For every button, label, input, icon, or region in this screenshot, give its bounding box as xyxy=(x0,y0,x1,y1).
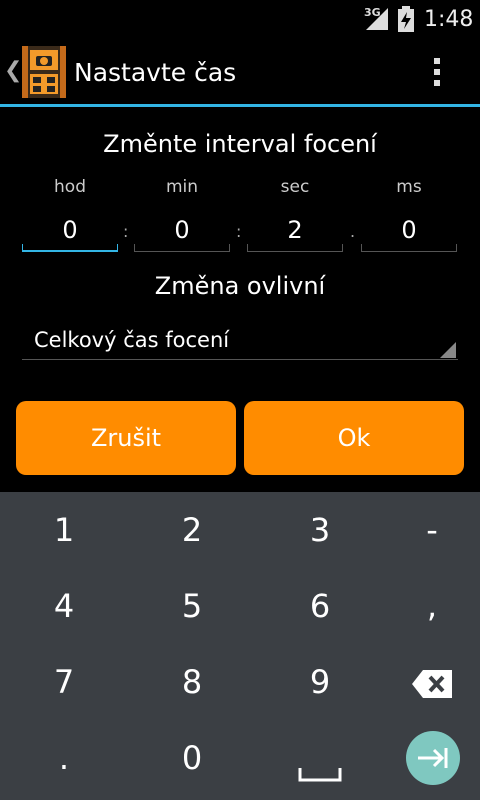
next-key[interactable] xyxy=(406,731,460,785)
key-period[interactable]: . xyxy=(4,720,124,796)
key-8[interactable]: 8 xyxy=(132,644,252,720)
space-icon xyxy=(298,768,342,782)
ok-button[interactable]: Ok xyxy=(244,401,464,475)
separator: . xyxy=(350,222,356,241)
separator: : xyxy=(236,222,242,241)
hours-value: 0 xyxy=(62,216,78,244)
page-title: Nastavte čas xyxy=(74,58,237,87)
status-bar: 3G 1:48 xyxy=(0,0,480,38)
milliseconds-input[interactable]: 0 xyxy=(361,206,457,252)
separator: : xyxy=(123,222,129,241)
numeric-keyboard: 1 2 3 - 4 5 6 , 7 8 9 . 0 xyxy=(0,492,480,800)
key-6[interactable]: 6 xyxy=(260,568,380,644)
cancel-button[interactable]: Zrušit xyxy=(16,401,236,475)
key-1[interactable]: 1 xyxy=(4,492,124,568)
signal-icon xyxy=(366,8,388,30)
key-0[interactable]: 0 xyxy=(132,720,252,796)
affects-spinner[interactable]: Celkový čas focení xyxy=(22,320,458,360)
minutes-value: 0 xyxy=(174,216,190,244)
unit-label-hours: hod xyxy=(54,177,86,197)
key-comma[interactable]: , xyxy=(372,568,480,644)
spinner-arrow-icon xyxy=(440,342,456,358)
key-minus[interactable]: - xyxy=(372,492,480,568)
minutes-input[interactable]: 0 xyxy=(134,206,230,252)
unit-label-seconds: sec xyxy=(280,177,310,197)
app-camera-calculator-icon[interactable] xyxy=(22,46,66,98)
key-9[interactable]: 9 xyxy=(260,644,380,720)
milliseconds-value: 0 xyxy=(401,216,417,244)
back-chevron-icon[interactable]: ❮ xyxy=(4,58,22,83)
action-bar-divider xyxy=(0,104,480,107)
key-2[interactable]: 2 xyxy=(132,492,252,568)
backspace-icon xyxy=(412,670,452,698)
next-icon xyxy=(418,748,448,768)
key-5[interactable]: 5 xyxy=(132,568,252,644)
action-bar: ❮ Nastavte čas xyxy=(0,38,480,106)
hours-input[interactable]: 0 xyxy=(22,206,118,252)
key-minus-label: - xyxy=(426,511,438,549)
unit-label-minutes: min xyxy=(165,177,199,197)
unit-label-milliseconds: ms xyxy=(396,177,422,197)
battery-charging-icon xyxy=(398,6,414,32)
affects-heading: Změna ovlivní xyxy=(154,272,326,300)
key-4[interactable]: 4 xyxy=(4,568,124,644)
seconds-input[interactable]: 2 xyxy=(247,206,343,252)
key-3[interactable]: 3 xyxy=(260,492,380,568)
seconds-value: 2 xyxy=(287,216,303,244)
clock: 1:48 xyxy=(424,7,474,32)
space-key[interactable] xyxy=(260,720,380,796)
backspace-key[interactable] xyxy=(372,644,480,720)
key-7[interactable]: 7 xyxy=(4,644,124,720)
spinner-selected-value: Celkový čas focení xyxy=(34,328,230,352)
interval-heading: Změnte interval focení xyxy=(103,130,377,158)
overflow-menu-icon[interactable] xyxy=(432,58,442,92)
